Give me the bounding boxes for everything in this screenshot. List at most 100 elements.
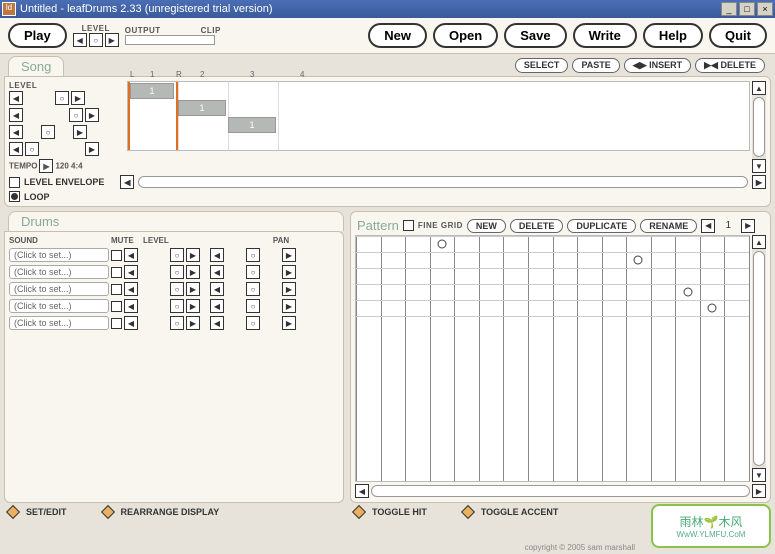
pattern-prev-button[interactable]: ◀ bbox=[701, 219, 715, 233]
drum-pan-right[interactable]: ▶ bbox=[282, 248, 296, 262]
drum-pan-right[interactable]: ▶ bbox=[282, 282, 296, 296]
song-cell-3[interactable]: 1 bbox=[228, 117, 276, 133]
drum-lvl-left[interactable]: ◀ bbox=[124, 282, 138, 296]
drum-lvl-val[interactable]: ○ bbox=[170, 299, 184, 313]
level-envelope-checkbox[interactable] bbox=[9, 177, 20, 188]
drum-lvl-left[interactable]: ◀ bbox=[124, 299, 138, 313]
pattern-hscroll-bar[interactable] bbox=[371, 485, 750, 497]
song-hscroll-right[interactable]: ▶ bbox=[752, 175, 766, 189]
loop-checkbox[interactable] bbox=[9, 191, 20, 202]
song-delete-button[interactable]: ▶◀ DELETE bbox=[695, 58, 765, 73]
rearrange-label[interactable]: REARRANGE DISPLAY bbox=[121, 507, 220, 517]
song-vscroll[interactable]: ▲▼ bbox=[752, 81, 766, 173]
track2-lvl-right[interactable]: ▶ bbox=[85, 108, 99, 122]
drum-lvl-val[interactable]: ○ bbox=[170, 316, 184, 330]
song-paste-button[interactable]: PASTE bbox=[572, 58, 619, 73]
drum-mute-checkbox[interactable] bbox=[111, 250, 122, 261]
drum-mute-checkbox[interactable] bbox=[111, 318, 122, 329]
level-value[interactable]: ○ bbox=[89, 33, 103, 47]
minimize-button[interactable]: _ bbox=[721, 2, 737, 16]
write-button[interactable]: Write bbox=[573, 23, 637, 48]
pattern-hit[interactable] bbox=[708, 304, 717, 313]
fine-grid-checkbox[interactable] bbox=[403, 220, 414, 231]
pattern-new-button[interactable]: NEW bbox=[467, 219, 506, 233]
close-button[interactable]: × bbox=[757, 2, 773, 16]
pattern-duplicate-button[interactable]: DUPLICATE bbox=[567, 219, 636, 233]
drum-pan-val[interactable]: ○ bbox=[246, 282, 260, 296]
save-button[interactable]: Save bbox=[504, 23, 566, 48]
quit-button[interactable]: Quit bbox=[709, 23, 767, 48]
pattern-hit[interactable] bbox=[683, 288, 692, 297]
level-left-button[interactable]: ◀ bbox=[73, 33, 87, 47]
pattern-grid[interactable] bbox=[355, 235, 750, 482]
track1-lvl-left[interactable]: ◀ bbox=[9, 91, 23, 105]
track4-lvl-right[interactable]: ▶ bbox=[85, 142, 99, 156]
track3-lvl-left[interactable]: ◀ bbox=[9, 125, 23, 139]
song-track-grid[interactable]: L 1 R 2 3 4 1 1 1 bbox=[127, 81, 750, 151]
pattern-hscroll-right[interactable]: ▶ bbox=[752, 484, 766, 498]
drum-pan-right[interactable]: ▶ bbox=[282, 265, 296, 279]
song-hscroll-left[interactable]: ◀ bbox=[120, 175, 134, 189]
drum-pan-left[interactable]: ◀ bbox=[210, 248, 224, 262]
drum-lvl-val[interactable]: ○ bbox=[170, 282, 184, 296]
drum-lvl-right[interactable]: ▶ bbox=[186, 248, 200, 262]
track4-lvl-left[interactable]: ◀ bbox=[9, 142, 23, 156]
pattern-hit[interactable] bbox=[634, 256, 643, 265]
drum-sound-slot[interactable]: (Click to set...) bbox=[9, 316, 109, 330]
song-cell-2[interactable]: 1 bbox=[178, 100, 226, 116]
song-hscroll-bar[interactable] bbox=[138, 176, 748, 188]
drum-sound-slot[interactable]: (Click to set...) bbox=[9, 248, 109, 262]
track2-lvl-val[interactable]: ○ bbox=[69, 108, 83, 122]
pattern-delete-button[interactable]: DELETE bbox=[510, 219, 564, 233]
drum-pan-right[interactable]: ▶ bbox=[282, 316, 296, 330]
drum-sound-slot[interactable]: (Click to set...) bbox=[9, 265, 109, 279]
level-right-button[interactable]: ▶ bbox=[105, 33, 119, 47]
drum-lvl-right[interactable]: ▶ bbox=[186, 299, 200, 313]
drum-pan-left[interactable]: ◀ bbox=[210, 316, 224, 330]
drum-lvl-left[interactable]: ◀ bbox=[124, 248, 138, 262]
drum-lvl-right[interactable]: ▶ bbox=[186, 316, 200, 330]
song-cell-1[interactable]: 1 bbox=[130, 83, 174, 99]
drum-lvl-right[interactable]: ▶ bbox=[186, 265, 200, 279]
drum-mute-checkbox[interactable] bbox=[111, 301, 122, 312]
track1-lvl-right[interactable]: ▶ bbox=[71, 91, 85, 105]
pattern-vscroll[interactable]: ▲▼ bbox=[752, 235, 766, 482]
set-edit-label[interactable]: SET/EDIT bbox=[26, 507, 67, 517]
drum-sound-slot[interactable]: (Click to set...) bbox=[9, 299, 109, 313]
track2-lvl-left[interactable]: ◀ bbox=[9, 108, 23, 122]
track3-lvl-right[interactable]: ▶ bbox=[73, 125, 87, 139]
track1-lvl-val[interactable]: ○ bbox=[55, 91, 69, 105]
drum-lvl-left[interactable]: ◀ bbox=[124, 265, 138, 279]
drum-lvl-val[interactable]: ○ bbox=[170, 248, 184, 262]
maximize-button[interactable]: □ bbox=[739, 2, 755, 16]
toggle-accent-label[interactable]: TOGGLE ACCENT bbox=[481, 507, 559, 517]
pattern-hit[interactable] bbox=[437, 240, 446, 249]
play-button[interactable]: Play bbox=[8, 23, 67, 48]
drum-lvl-val[interactable]: ○ bbox=[170, 265, 184, 279]
pattern-hscroll-left[interactable]: ◀ bbox=[355, 484, 369, 498]
drum-pan-right[interactable]: ▶ bbox=[282, 299, 296, 313]
open-button[interactable]: Open bbox=[433, 23, 498, 48]
drum-pan-left[interactable]: ◀ bbox=[210, 282, 224, 296]
drum-pan-left[interactable]: ◀ bbox=[210, 299, 224, 313]
drum-mute-checkbox[interactable] bbox=[111, 267, 122, 278]
song-insert-button[interactable]: ◀▶ INSERT bbox=[624, 58, 691, 73]
pattern-rename-button[interactable]: RENAME bbox=[640, 219, 697, 233]
new-button[interactable]: New bbox=[368, 23, 427, 48]
help-button[interactable]: Help bbox=[643, 23, 703, 48]
drum-pan-val[interactable]: ○ bbox=[246, 248, 260, 262]
drum-pan-left[interactable]: ◀ bbox=[210, 265, 224, 279]
toggle-hit-label[interactable]: TOGGLE HIT bbox=[372, 507, 427, 517]
drum-mute-checkbox[interactable] bbox=[111, 284, 122, 295]
drum-pan-val[interactable]: ○ bbox=[246, 265, 260, 279]
tempo-right[interactable]: ▶ bbox=[39, 159, 53, 173]
track4-lvl-val[interactable]: ○ bbox=[25, 142, 39, 156]
drum-lvl-right[interactable]: ▶ bbox=[186, 282, 200, 296]
track3-lvl-val[interactable]: ○ bbox=[41, 125, 55, 139]
song-select-button[interactable]: SELECT bbox=[515, 58, 569, 73]
drum-sound-slot[interactable]: (Click to set...) bbox=[9, 282, 109, 296]
drum-lvl-left[interactable]: ◀ bbox=[124, 316, 138, 330]
drum-pan-val[interactable]: ○ bbox=[246, 299, 260, 313]
pattern-next-button[interactable]: ▶ bbox=[741, 219, 755, 233]
drum-pan-val[interactable]: ○ bbox=[246, 316, 260, 330]
